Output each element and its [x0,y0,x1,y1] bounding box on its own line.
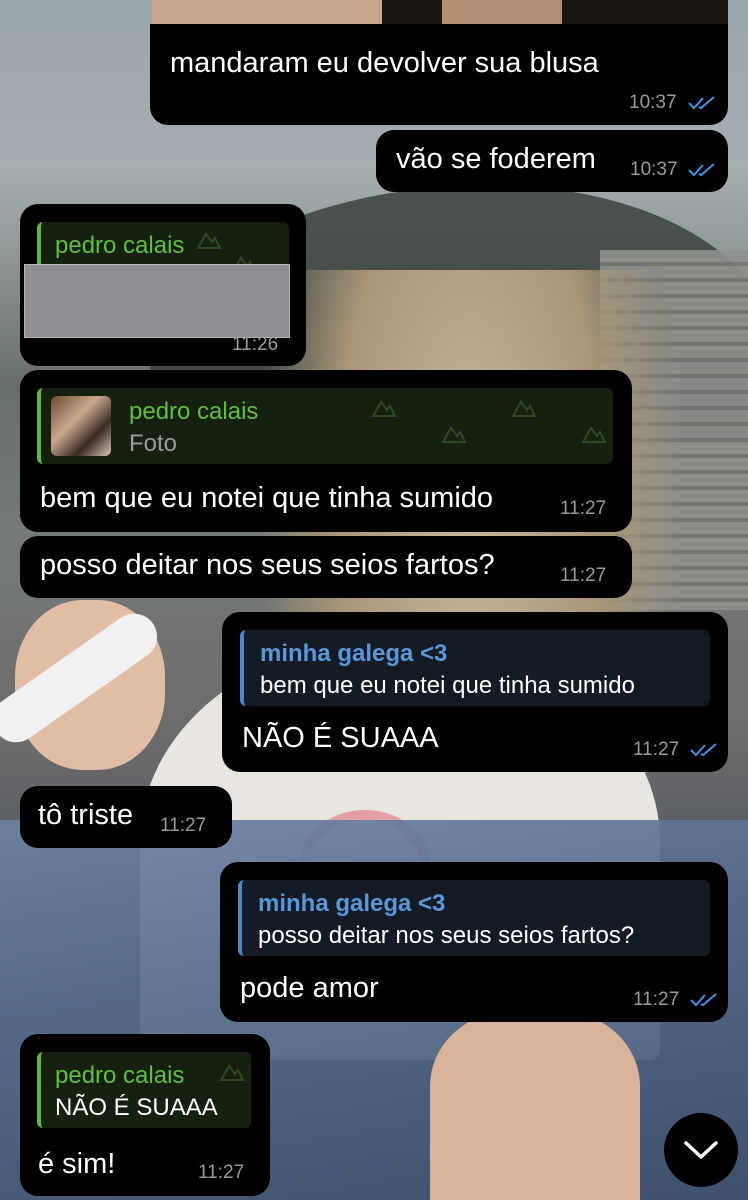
message-text: vão se foderem [396,143,596,175]
message-text: posso deitar nos seus seios fartos? [40,549,495,581]
message-incoming[interactable]: pedro calais Foto bem que eu notei que t… [20,370,632,532]
message-incoming[interactable]: pedro calais NÃO É SUAAA é sim! 11:27 [20,1034,270,1196]
mountain-pattern-icon [581,426,607,443]
quote-text: posso deitar nos seus seios fartos? [258,922,635,949]
scroll-to-bottom-button[interactable] [664,1113,738,1187]
message-time: 11:27 [633,739,680,760]
message-time: 10:37 [629,92,677,113]
message-time: 11:27 [560,565,607,586]
message-text: pode amor [240,972,379,1004]
mountain-pattern-icon [196,232,222,249]
mountain-pattern-icon [441,426,467,443]
double-check-icon [688,96,715,110]
mountain-pattern-icon [219,1064,245,1081]
message-time: 11:27 [633,989,680,1010]
message-time: 11:27 [198,1162,245,1183]
mountain-pattern-icon [371,400,397,417]
message-incoming[interactable]: pedro calais 11:26 [20,204,306,366]
quote-author: pedro calais [55,1062,185,1089]
redacted-block [24,264,290,338]
quote-author: minha galega <3 [260,640,448,667]
reply-quote[interactable]: minha galega <3 bem que eu notei que tin… [240,630,710,706]
double-check-icon [690,743,717,757]
quote-author: pedro calais [129,398,259,425]
message-outgoing[interactable]: vão se foderem 10:37 [376,130,728,192]
message-outgoing[interactable]: minha galega <3 bem que eu notei que tin… [222,612,728,772]
message-text: mandaram eu devolver sua blusa [170,47,599,79]
message-text: tô triste [38,799,134,831]
quote-text: Foto [129,430,178,457]
message-time: 11:27 [560,498,607,519]
message-time: 11:26 [232,334,279,355]
message-outgoing[interactable]: mandaram eu devolver sua blusa 10:37 [150,24,728,125]
quote-text: bem que eu notei que tinha sumido [260,672,635,699]
reply-quote[interactable]: pedro calais NÃO É SUAAA [37,1052,251,1128]
double-check-icon [690,993,717,1007]
mountain-pattern-icon [511,400,537,417]
message-time: 11:27 [160,815,207,836]
message-text: bem que eu notei que tinha sumido [40,482,494,514]
photo-thumbnail [51,396,111,456]
wallpaper-arm [430,1010,640,1200]
quote-text: NÃO É SUAAA [55,1094,218,1121]
reply-quote[interactable]: minha galega <3 posso deitar nos seus se… [238,880,710,956]
message-incoming[interactable]: tô triste 11:27 [20,786,232,848]
message-text: NÃO É SUAAA [242,722,439,754]
message-text: é sim! [38,1148,116,1180]
chevron-down-icon [684,1141,718,1159]
message-time: 10:37 [630,159,678,180]
message-outgoing[interactable]: minha galega <3 posso deitar nos seus se… [220,862,728,1022]
quote-author: minha galega <3 [258,890,446,917]
quote-author: pedro calais [55,232,185,259]
message-incoming[interactable]: posso deitar nos seus seios fartos? 11:2… [20,536,632,598]
reply-quote[interactable]: pedro calais Foto [37,388,613,464]
double-check-icon [688,163,715,177]
